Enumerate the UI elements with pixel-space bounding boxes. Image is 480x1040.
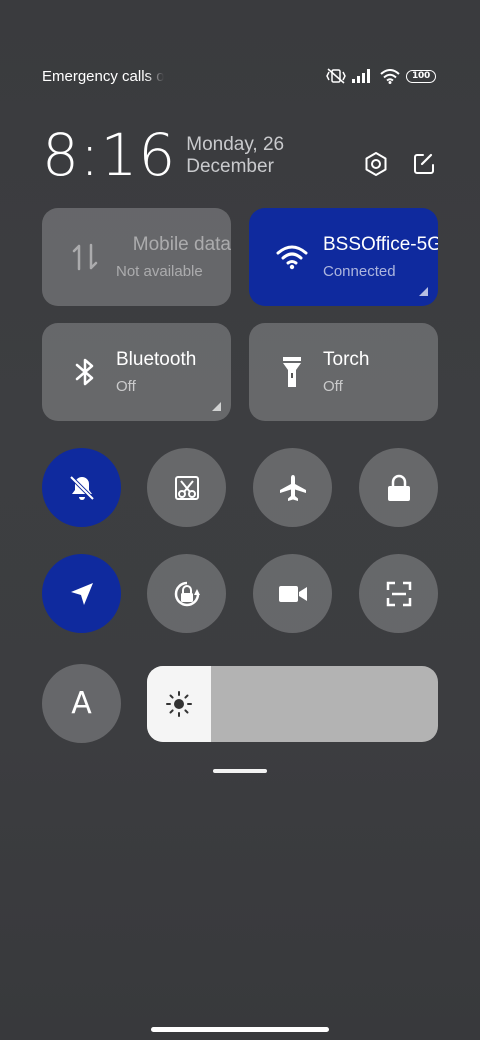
font-size-label: A [71, 686, 92, 721]
screenshot-icon [174, 475, 199, 500]
font-size-button[interactable]: A [42, 664, 121, 743]
bluetooth-title: Bluetooth [116, 349, 197, 370]
settings-icon[interactable] [362, 150, 390, 178]
mobile-data-tile[interactable]: Mobile data Not available [42, 208, 231, 306]
brightness-fill[interactable] [147, 666, 212, 742]
sun-icon [166, 691, 192, 717]
header-actions [362, 150, 438, 178]
expand-corner-icon[interactable] [212, 402, 221, 411]
battery-icon: 100 [406, 69, 436, 83]
torch-icon [273, 353, 311, 391]
home-indicator[interactable] [151, 1027, 329, 1032]
lock-toggle[interactable] [359, 448, 438, 527]
rotation-lock-toggle[interactable] [147, 554, 226, 633]
clock-row: 8:16 Monday, 26 December [42, 120, 438, 184]
bluetooth-subtitle: Off [116, 378, 136, 395]
video-icon [278, 585, 307, 602]
bluetooth-icon [66, 353, 104, 391]
airplane-toggle[interactable] [253, 448, 332, 527]
location-icon [70, 582, 93, 605]
carrier-text: Emergency calls only [42, 67, 164, 85]
wifi-icon [380, 68, 400, 84]
mute-vibrate-icon [326, 68, 346, 84]
video-toggle[interactable] [253, 554, 332, 633]
rotation-lock-icon [174, 581, 200, 606]
silent-toggle[interactable] [42, 448, 121, 527]
data-arrows-icon [66, 238, 104, 276]
lock-icon [387, 474, 410, 501]
battery-level: 100 [412, 71, 430, 81]
edit-icon[interactable] [410, 150, 438, 178]
torch-tile[interactable]: Torch Off [249, 323, 438, 421]
brightness-slider[interactable] [147, 666, 438, 742]
expand-corner-icon[interactable] [419, 287, 428, 296]
status-bar: Emergency calls only 100 [42, 64, 436, 88]
panel-drag-handle[interactable] [213, 769, 267, 773]
screenshot-toggle[interactable] [147, 448, 226, 527]
scan-toggle[interactable] [359, 554, 438, 633]
torch-title: Torch [323, 349, 370, 370]
silent-bell-icon [69, 475, 94, 500]
scan-icon [386, 581, 411, 606]
bluetooth-tile[interactable]: Bluetooth Off [42, 323, 231, 421]
torch-subtitle: Off [323, 378, 343, 395]
mobile-data-title: Mobile data [132, 234, 231, 255]
wifi-icon [273, 238, 311, 276]
status-icons: 100 [326, 68, 436, 84]
date[interactable]: Monday, 26 December [186, 134, 362, 178]
wifi-tile[interactable]: BSSOffice-5G Connected [249, 208, 438, 306]
clock[interactable]: 8:16 [42, 126, 176, 184]
mobile-data-subtitle: Not available [116, 263, 203, 280]
wifi-title: BSSOffice-5G [323, 234, 438, 255]
signal-icon [352, 69, 370, 83]
wifi-subtitle: Connected [323, 263, 396, 280]
airplane-icon [279, 474, 306, 501]
location-toggle[interactable] [42, 554, 121, 633]
